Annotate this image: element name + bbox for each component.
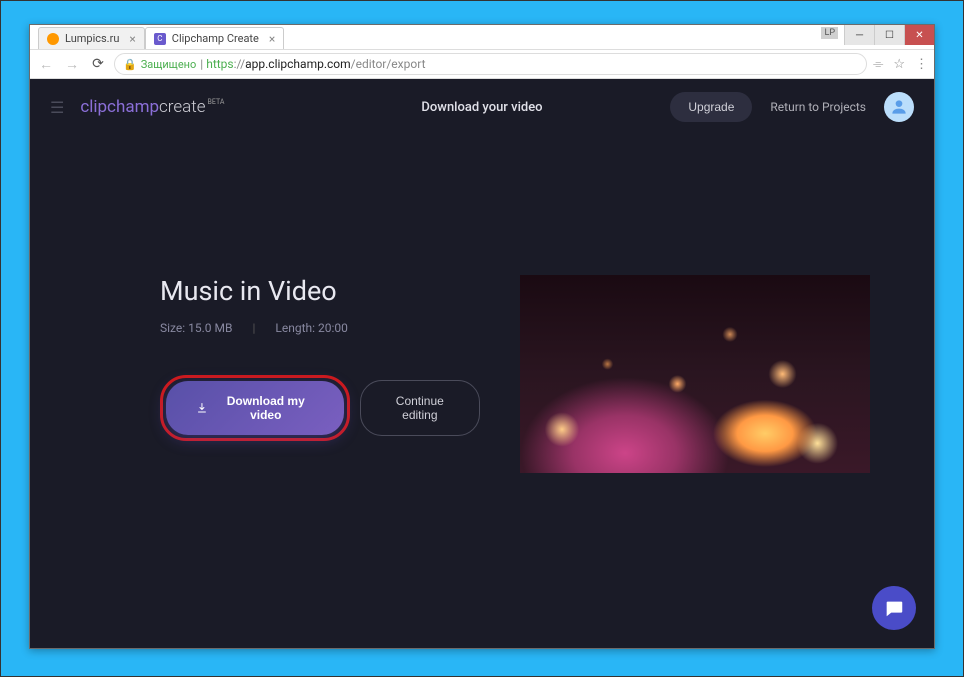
url-text: | https://app.clipchamp.com/editor/expor… [200,57,425,71]
address-bar: ← → ⟳ 🔒 Защищено | https://app.clipchamp… [30,49,934,79]
forward-button[interactable]: → [62,54,82,74]
app-header: ☰ clipchampcreateBETA Download your vide… [30,79,934,135]
translate-icon[interactable]: ⌯ [873,57,883,72]
action-row: Download my video Continue editing [160,375,480,441]
main-area: Music in Video Size: 15.0 MB | Length: 2… [30,135,934,473]
download-button[interactable]: Download my video [166,381,344,435]
secure-label: Защищено [141,58,197,71]
tab-lumpics[interactable]: Lumpics.ru × [38,27,145,49]
tab-title: Lumpics.ru [65,32,119,45]
logo-beta: BETA [208,98,225,106]
length-label: Length: 20:00 [275,321,348,335]
user-icon [889,97,909,117]
close-tab-icon[interactable]: × [129,32,135,46]
url-field[interactable]: 🔒 Защищено | https://app.clipchamp.com/e… [114,53,867,75]
video-title: Music in Video [160,275,480,307]
logo-part1: clipchamp [80,97,159,117]
continue-button[interactable]: Continue editing [360,380,480,436]
logo-part2: create [159,97,206,117]
left-column: Music in Video Size: 15.0 MB | Length: 2… [160,275,480,473]
download-label: Download my video [218,394,314,422]
page-title: Download your video [421,100,542,115]
browser-window: Lumpics.ru × C Clipchamp Create × LP ─ ☐… [29,24,935,649]
download-icon [196,401,208,415]
reload-button[interactable]: ⟳ [88,54,108,74]
chat-icon [883,597,905,619]
window-titlebar: Lumpics.ru × C Clipchamp Create × LP ─ ☐… [30,25,934,49]
page-content: ☰ clipchampcreateBETA Download your vide… [30,79,934,648]
maximize-button[interactable]: ☐ [874,25,904,45]
tab-strip: Lumpics.ru × C Clipchamp Create × [30,25,284,49]
upgrade-button[interactable]: Upgrade [670,92,752,122]
favicon-lumpics [47,33,59,45]
back-button[interactable]: ← [36,54,56,74]
window-controls: ─ ☐ ✕ [844,25,934,45]
lock-icon: 🔒 [123,58,137,71]
chat-button[interactable] [872,586,916,630]
close-tab-icon[interactable]: × [269,32,275,46]
tab-clipchamp[interactable]: C Clipchamp Create × [145,27,284,49]
favicon-clipchamp: C [154,33,166,45]
size-label: Size: 15.0 MB [160,321,232,335]
highlight-annotation: Download my video [160,375,350,441]
separator: | [252,321,255,335]
close-window-button[interactable]: ✕ [904,25,934,45]
lp-badge: LP [821,27,838,39]
hamburger-icon[interactable]: ☰ [50,98,64,117]
video-preview[interactable] [520,275,870,473]
return-link[interactable]: Return to Projects [770,100,866,114]
avatar[interactable] [884,92,914,122]
menu-icon[interactable]: ⋮ [915,57,928,72]
minimize-button[interactable]: ─ [844,25,874,45]
tab-title: Clipchamp Create [172,32,259,45]
bookmark-icon[interactable]: ☆ [893,57,905,72]
clipchamp-logo[interactable]: clipchampcreateBETA [80,97,224,117]
video-meta: Size: 15.0 MB | Length: 20:00 [160,321,480,335]
